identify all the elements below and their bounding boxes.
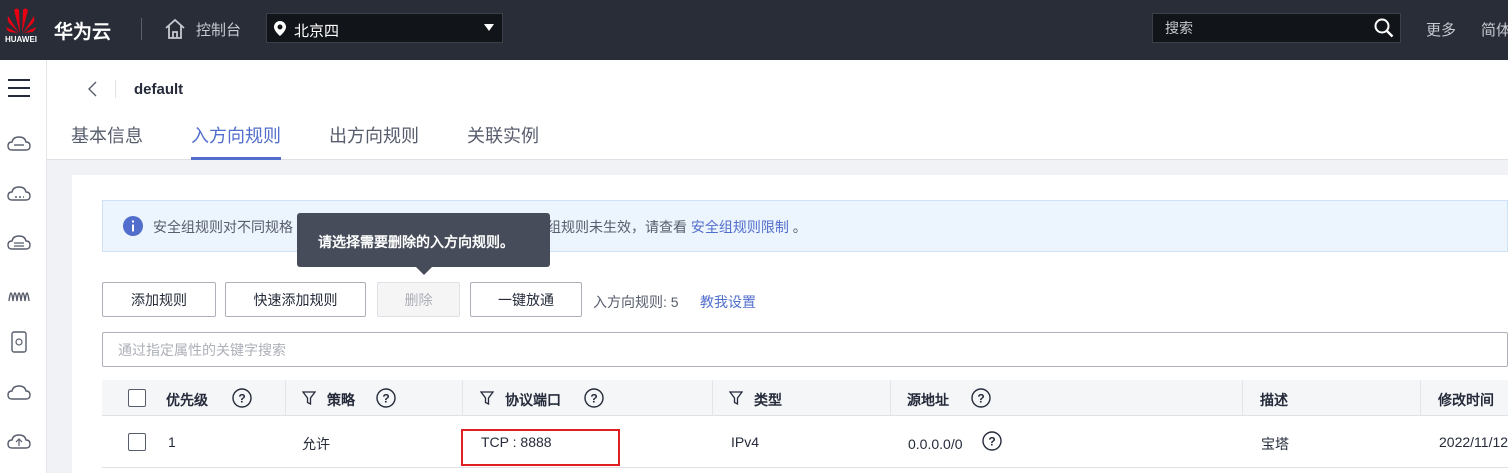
region-label: 北京四: [294, 23, 340, 40]
service-sidebar: [0, 60, 47, 473]
column-divider: [1420, 380, 1421, 416]
rule-count: 入方向规则: 5: [593, 294, 679, 310]
search-icon[interactable]: [1374, 18, 1394, 38]
logo-text: HUAWEI: [5, 35, 37, 44]
quick-add-rule-button[interactable]: 快速添加规则: [225, 282, 366, 317]
cloud-upload-icon[interactable]: [7, 430, 31, 454]
menu-icon[interactable]: [7, 76, 31, 100]
add-rule-button[interactable]: 添加规则: [102, 282, 216, 317]
svg-text:?: ?: [382, 392, 389, 406]
column-label: 协议端口: [505, 392, 561, 408]
global-search-input[interactable]: [1165, 20, 1365, 36]
huawei-logo-icon: [6, 8, 36, 33]
column-divider: [285, 380, 286, 416]
filter-input[interactable]: [118, 342, 718, 358]
cloud-outline-icon[interactable]: [7, 381, 31, 405]
tab-outbound-rules[interactable]: 出方向规则: [329, 122, 419, 160]
column-label: 修改时间: [1438, 392, 1494, 408]
delete-button[interactable]: 删除: [377, 282, 460, 317]
cloud-server-icon[interactable]: [7, 132, 31, 156]
huawei-logo[interactable]: HUAWEI: [3, 6, 39, 52]
table-header: 优先级 ? 策略 ? 协议端口 ? 类型 源地址 ? 描述 修改时间: [102, 380, 1508, 416]
how-to-configure-link[interactable]: 教我设置: [700, 292, 756, 312]
home-icon[interactable]: [163, 17, 187, 41]
column-label: 描述: [1260, 392, 1288, 408]
help-icon[interactable]: ?: [584, 388, 604, 408]
rules-panel: 安全组规则对不同规格 安全组规则未生效，请查看 安全组规则限制 。 添加规则 快…: [72, 175, 1508, 473]
tab-inbound-rules[interactable]: 入方向规则: [191, 122, 281, 160]
svg-text:?: ?: [988, 435, 995, 449]
global-search: [1152, 13, 1401, 43]
cloud-storage-icon[interactable]: [7, 231, 31, 255]
page-title: default: [134, 81, 184, 98]
cell-description: 宝塔: [1261, 436, 1289, 452]
back-arrow-icon[interactable]: [87, 81, 99, 97]
help-icon[interactable]: ?: [971, 388, 991, 408]
filter-box: [102, 332, 1508, 367]
svg-text:?: ?: [977, 392, 984, 406]
tab-basic-info[interactable]: 基本信息: [71, 122, 143, 160]
cell-policy: 允许: [302, 436, 330, 452]
chevron-down-icon: [484, 24, 494, 31]
info-icon: [123, 216, 143, 236]
column-divider: [712, 380, 713, 416]
column-divider: [1242, 380, 1243, 416]
svg-text:?: ?: [238, 392, 245, 406]
page-header: default 基本信息 入方向规则 出方向规则 关联实例: [47, 60, 1508, 160]
cloud-icon[interactable]: [7, 182, 31, 206]
row-checkbox[interactable]: [128, 433, 146, 451]
security-group-limits-link[interactable]: 安全组规则限制: [691, 219, 789, 235]
location-pin-icon: [274, 21, 286, 36]
cell-type: IPv4: [731, 434, 760, 450]
cell-priority: 1: [168, 434, 176, 450]
column-label: 类型: [754, 392, 782, 408]
filter-icon[interactable]: [302, 391, 316, 405]
security-device-icon[interactable]: [7, 330, 31, 354]
network-icon[interactable]: [7, 281, 31, 305]
more-menu[interactable]: 更多: [1426, 19, 1456, 40]
filter-icon[interactable]: [480, 391, 494, 405]
divider: [141, 18, 142, 40]
console-link[interactable]: 控制台: [196, 19, 241, 40]
help-icon[interactable]: ?: [982, 431, 1002, 451]
notice-suffix: 。: [792, 219, 807, 235]
language-switch[interactable]: 简体: [1481, 19, 1508, 40]
column-divider: [462, 380, 463, 416]
notice-text-start: 安全组规则对不同规格: [153, 219, 293, 235]
divider: [115, 80, 116, 98]
notice-text-end: 安全组规则未生效，请查看 安全组规则限制 。: [519, 217, 807, 237]
select-all-checkbox[interactable]: [128, 389, 146, 407]
column-label: 源地址: [907, 392, 949, 408]
column-divider: [890, 380, 891, 416]
brand-name[interactable]: 华为云: [54, 17, 111, 44]
cell-modified-time: 2022/11/12: [1439, 434, 1508, 450]
table-row[interactable]: 1 允许 TCP : 8888 IPv4 0.0.0.0/0 ? 宝塔 2022…: [102, 416, 1508, 468]
cell-source-address: 0.0.0.0/0: [908, 436, 963, 452]
delete-tooltip: 请选择需要删除的入方向规则。: [297, 213, 550, 275]
filter-icon[interactable]: [729, 391, 743, 405]
column-label: 优先级: [166, 392, 208, 408]
region-selector[interactable]: 北京四: [266, 13, 503, 43]
svg-text:?: ?: [590, 392, 597, 406]
allow-all-button[interactable]: 一键放通: [470, 282, 582, 317]
cell-protocol-port: TCP : 8888: [481, 434, 552, 450]
top-bar: HUAWEI 华为云 控制台 北京四 更多 简体: [0, 0, 1508, 60]
help-icon[interactable]: ?: [376, 388, 396, 408]
tooltip-text: 请选择需要删除的入方向规则。: [318, 234, 514, 250]
tab-associated-instances[interactable]: 关联实例: [467, 122, 539, 160]
help-icon[interactable]: ?: [232, 388, 252, 408]
column-label: 策略: [327, 392, 355, 408]
